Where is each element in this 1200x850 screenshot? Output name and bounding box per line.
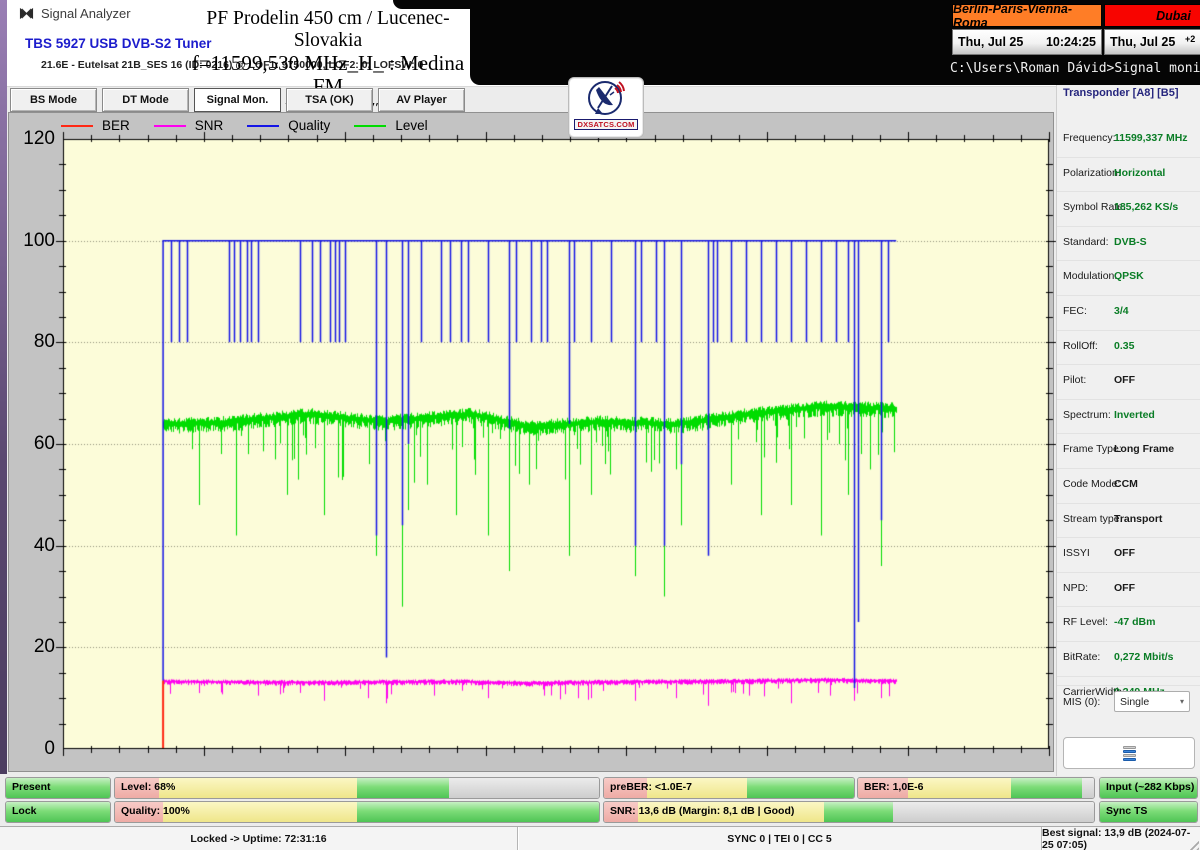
param-row-rolloff-: RollOff: 0.35 — [1057, 329, 1200, 365]
tab-tsa-ok-[interactable]: TSA (OK) — [286, 88, 373, 112]
y-tick-label-80: 80 — [33, 331, 55, 353]
indicator-ber: BER: 1,0E-6 — [857, 777, 1095, 799]
transponder-parameters-panel: Transponder [A8] [B5] Frequency: 11599,33… — [1056, 85, 1200, 776]
world-clock-bar: Berlin-Paris-Vienna-Roma Thu, Jul 25 10:24… — [952, 2, 1200, 55]
tab-bs-mode[interactable]: BS Mode — [10, 88, 97, 112]
indicator-present: Present — [5, 777, 111, 799]
param-row-code-mode-: Code Mode: CCM — [1057, 467, 1200, 503]
statusbar: Locked -> Uptime: 72:31:16 SYNC 0 | TEI … — [0, 826, 1200, 850]
y-axis-labels: 0 20 40 60 80 100 120 — [9, 113, 55, 773]
statusbar-sync-counters: SYNC 0 | TEI 0 | CC 5 — [518, 827, 1042, 850]
indicator-preber: preBER: <1.0E-7 — [603, 777, 855, 799]
stream-list-button[interactable] — [1063, 737, 1195, 769]
tab-signal-mon-[interactable]: Signal Mon. — [194, 88, 281, 112]
indicator-label: Input (~282 Kbps) — [1106, 781, 1195, 793]
indicator-label: Level: 68% — [121, 781, 176, 793]
legend-line-sample — [153, 124, 186, 127]
indicator-input-kbps-: Input (~282 Kbps) — [1099, 777, 1198, 799]
mis-value: Single — [1120, 695, 1150, 708]
param-row-bitrate-: BitRate: 0,272 Mbit/s — [1057, 640, 1200, 676]
chevron-down-icon: ▾ — [1179, 697, 1184, 706]
legend-line-sample — [61, 124, 93, 127]
antenna-location: PF Prodelin 450 cm / Lucenec-Slovakia — [206, 8, 450, 51]
window-left-border — [0, 0, 7, 774]
status-indicator-bars: Present Level: 68% preBER: <1.0E-7 BER: 1,0… — [0, 776, 1200, 823]
titlebar: Signal Analyzer — [19, 6, 131, 21]
mis-label: MIS (0): — [1063, 696, 1101, 708]
param-row-modulation-: Modulation: QPSK — [1057, 260, 1200, 295]
y-tick-label-100: 100 — [23, 229, 55, 251]
mode-tabs: BS Mode DT Mode Signal Mon. TSA (OK) AV Play… — [10, 88, 465, 112]
indicator-level: Level: 68% — [114, 777, 600, 799]
y-tick-label-0: 0 — [44, 738, 55, 759]
clock-berlin-paris-vienna-roma: Berlin-Paris-Vienna-Roma Thu, Jul 25 10:24… — [952, 2, 1102, 55]
clock-datetime: Thu, Jul 25+212:24 — [1104, 29, 1200, 55]
indicator-quality: Quality: 100% — [114, 801, 600, 823]
parameter-list: Frequency: 11599,337 MHz Polarization: Hori… — [1057, 123, 1200, 710]
param-row-symbol-rate-: Symbol Rate: 185,262 KS/s — [1057, 191, 1200, 226]
indicator-snr: SNR: 13,6 dB (Margin: 8,1 dB | Good) — [603, 801, 1095, 823]
indicator-label: BER: 1,0E-6 — [864, 781, 924, 793]
param-row-standard-: Standard: DVB-S — [1057, 225, 1200, 261]
indicator-label: Quality: 100% — [121, 805, 190, 817]
clock-city-label: Dubai — [1104, 4, 1200, 27]
param-row-stream-type-: Stream type: Transport — [1057, 502, 1200, 538]
param-row-spectrum-: Spectrum: Inverted — [1057, 398, 1200, 434]
tab-dt-mode[interactable]: DT Mode — [102, 88, 189, 112]
param-row-issyi: ISSYI OFF — [1057, 537, 1200, 572]
param-row-fec-: FEC: 3/4 — [1057, 294, 1200, 330]
indicator-label: Lock — [12, 805, 37, 817]
indicator-lock: Lock — [5, 801, 111, 823]
mis-row: MIS (0): Single ▾ — [1057, 685, 1200, 720]
console-panel-edge — [393, 0, 473, 9]
param-row-pilot-: Pilot: OFF — [1057, 364, 1200, 399]
console-panel: Berlin-Paris-Vienna-Roma Thu, Jul 25 10:24… — [470, 0, 1200, 85]
mis-dropdown[interactable]: Single ▾ — [1114, 691, 1190, 712]
y-tick-label-120: 120 — [23, 128, 55, 149]
signal-chart-panel: BER SNR Quality Level 0 20 40 60 80 100 120 — [8, 112, 1057, 773]
indicator-label: preBER: <1.0E-7 — [610, 781, 692, 793]
signal-analyzer-window: Signal Analyzer TBS 5927 USB DVB-S2 Tune… — [0, 0, 1200, 850]
clock-dubai: DubaiThu, Jul 25+212:24 — [1104, 4, 1200, 55]
window-title: Signal Analyzer — [41, 6, 131, 21]
legend-line-sample — [247, 124, 280, 127]
y-tick-label-20: 20 — [33, 636, 55, 658]
param-row-frequency-: Frequency: 11599,337 MHz — [1063, 132, 1188, 144]
list-icon — [1122, 745, 1136, 761]
satellite-dish-icon — [588, 81, 625, 115]
clock-city-label: Berlin-Paris-Vienna-Roma — [952, 2, 1102, 30]
app-icon — [19, 7, 34, 20]
logo-text: DXSATCS.COM — [574, 119, 638, 130]
y-tick-label-60: 60 — [33, 433, 55, 454]
param-row-frame-type-: Frame Type: Long Frame — [1057, 433, 1200, 468]
param-row-npd-: NPD: OFF — [1057, 571, 1200, 607]
transponder-header: Transponder [A8] [B5] — [1063, 87, 1179, 99]
indicator-label: SNR: 13,6 dB (Margin: 8,1 dB | Good) — [610, 805, 795, 817]
param-row-polarization-: Polarization: Horizontal — [1057, 156, 1200, 192]
indicator-label: Sync TS — [1106, 805, 1148, 817]
indicator-sync-ts: Sync TS — [1099, 801, 1198, 823]
dxsatcs-logo: DXSATCS.COM — [568, 77, 644, 138]
clock-datetime: Thu, Jul 25 10:24:25 — [952, 29, 1102, 55]
tab-av-player[interactable]: AV Player — [378, 88, 465, 112]
signal-history-chart — [55, 131, 1057, 757]
console-command-line: C:\Users\Roman Dávid>Signal monitoring_P… — [950, 61, 1200, 76]
indicator-label: Present — [12, 781, 51, 793]
statusbar-lock-uptime: Locked -> Uptime: 72:31:16 — [0, 827, 518, 850]
legend-line-sample — [354, 124, 387, 127]
param-row-rf-level-: RF Level: -47 dBm — [1057, 606, 1200, 641]
statusbar-best-signal: Best signal: 13,9 dB (2024-07-25 07:05) — [1042, 827, 1191, 850]
y-tick-label-40: 40 — [33, 534, 55, 556]
